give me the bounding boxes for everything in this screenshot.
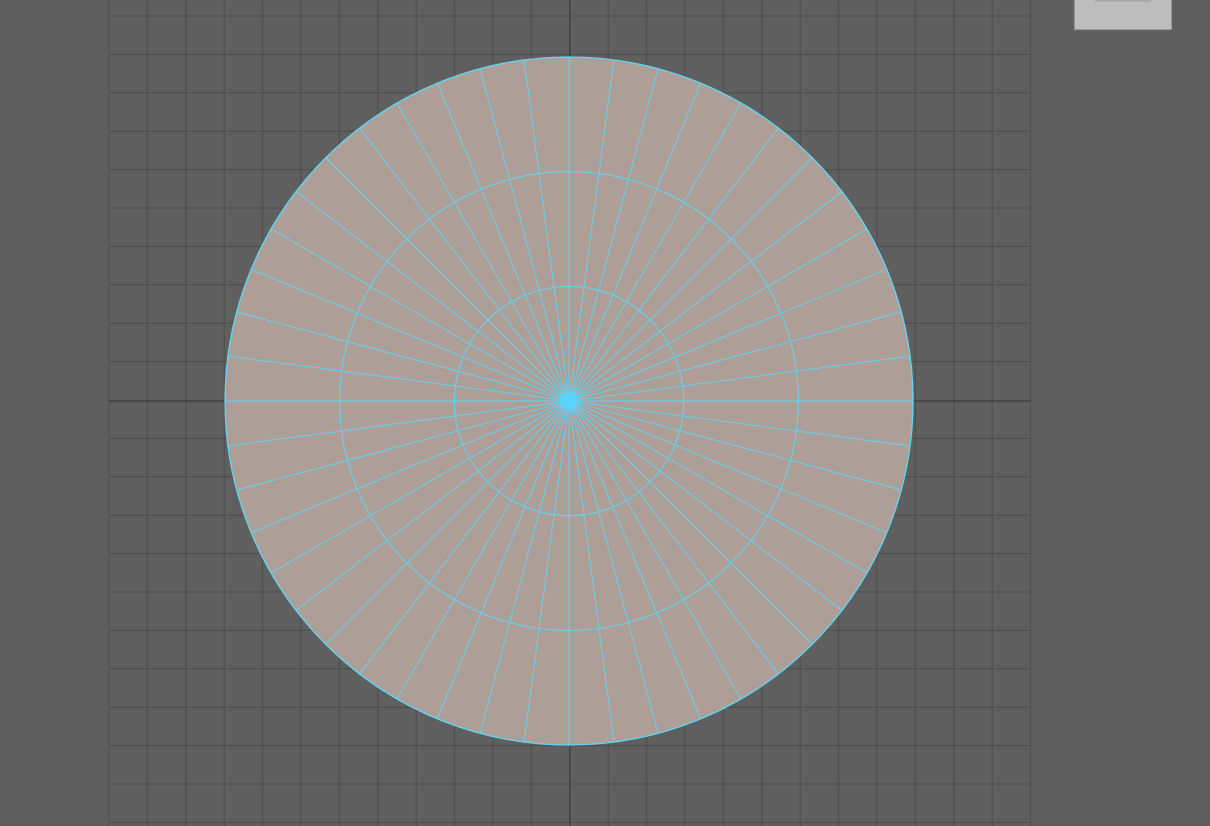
uv-editor-window — [0, 0, 1210, 826]
uv-disc-mesh[interactable] — [224, 56, 914, 746]
uv-viewport-canvas[interactable] — [0, 0, 1210, 826]
view-cube-edge — [1095, 0, 1151, 2]
view-cube-widget[interactable] — [1074, 0, 1172, 30]
uv-center-vertex — [560, 392, 578, 410]
